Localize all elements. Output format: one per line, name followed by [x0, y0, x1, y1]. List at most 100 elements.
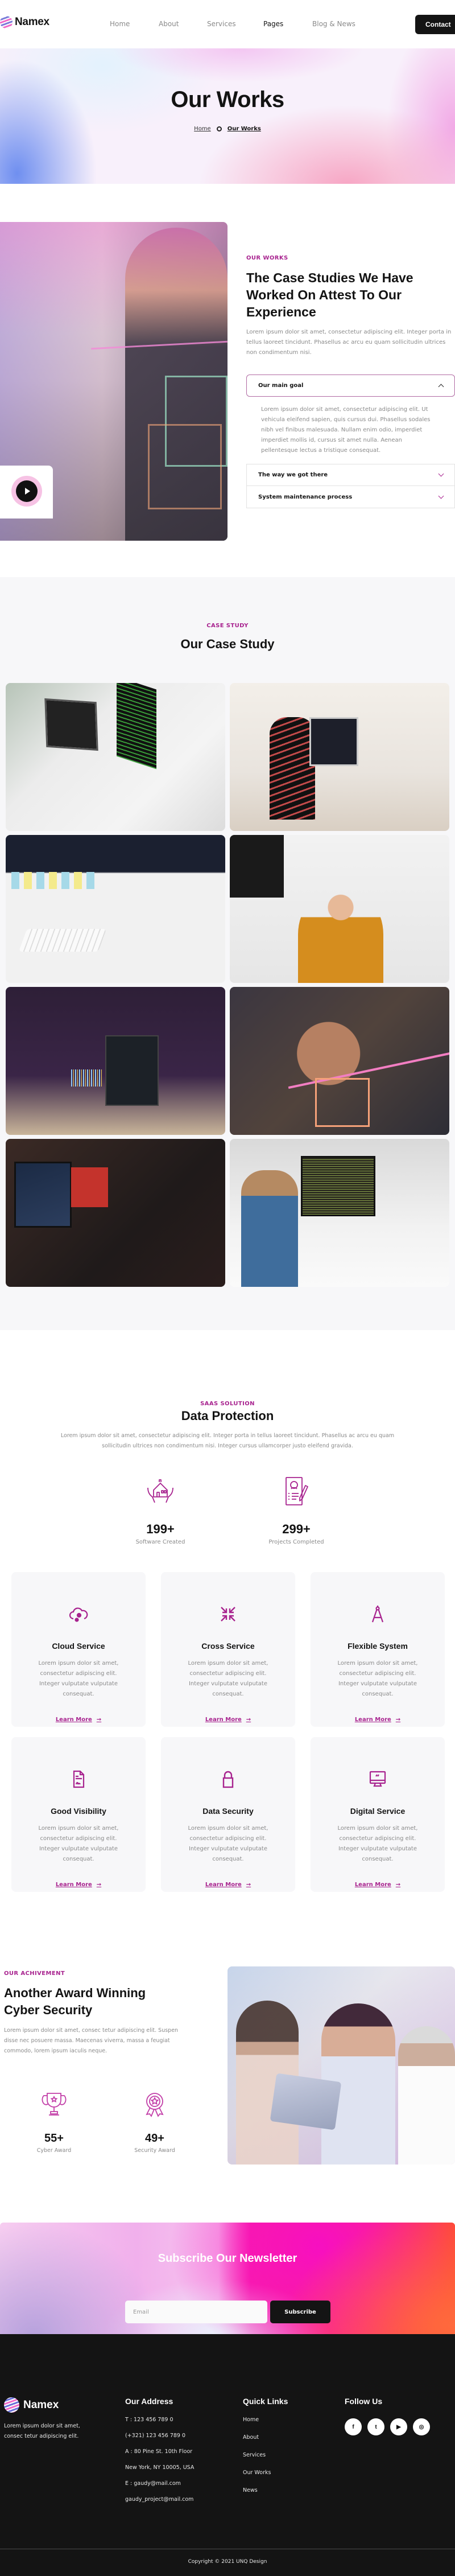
service-description: Lorem ipsum dolor sit amet, consectetur …: [38, 1825, 119, 1862]
achievement-team-image: [228, 1966, 455, 2165]
works-accordion: Our main goal Lorem ipsum dolor sit amet…: [246, 375, 455, 508]
quick-links-list: Home About Services Our Works News: [243, 2415, 288, 2504]
case-study-image[interactable]: [6, 835, 225, 983]
service-title: Flexible System: [348, 1641, 408, 1651]
data-protection-description: Lorem ipsum dolor sit amet, consectetur …: [60, 1433, 395, 1449]
stat-label: Software Created: [135, 1539, 185, 1545]
compass-icon: [371, 1606, 384, 1623]
email-input[interactable]: [125, 2301, 267, 2323]
arrow-right-icon: →: [246, 1717, 251, 1723]
case-study-image[interactable]: [6, 1139, 225, 1287]
play-button-container: [0, 466, 53, 519]
page-hero: Our Works Home Our Works: [0, 48, 455, 184]
logo[interactable]: Namex: [0, 16, 49, 28]
case-study-gallery: [6, 683, 449, 1287]
address-email[interactable]: gaudy_project@mail.com: [125, 2495, 194, 2511]
footer-address: Our Address T : 123 456 789 0 (+321) 123…: [125, 2397, 194, 2511]
stat-security-award: 49+ Security Award: [121, 2090, 189, 2154]
footer-quick-links: Quick Links Home About Services Our Work…: [243, 2397, 288, 2504]
case-study-image[interactable]: [6, 987, 225, 1135]
footer-link-services[interactable]: Services: [243, 2451, 288, 2468]
stat-projects-completed: 299+ Projects Completed: [254, 1475, 339, 1545]
accordion-title: Our main goal: [258, 382, 304, 389]
chevron-down-icon: [438, 471, 444, 477]
address-line: (+321) 123 456 789 0: [125, 2433, 186, 2439]
stat-software-created: 199+ Software Created: [118, 1475, 203, 1545]
logo-text: Namex: [15, 16, 49, 28]
accordion-item-main-goal[interactable]: Our main goal: [246, 375, 455, 397]
newsletter-form: Subscribe: [125, 2301, 330, 2323]
collapse-arrows-icon: [221, 1607, 235, 1622]
twitter-icon[interactable]: t: [367, 2418, 384, 2435]
learn-more-link[interactable]: Learn More →: [205, 1717, 251, 1723]
logo-mark-icon: [4, 2397, 19, 2413]
signed-document-icon: [73, 1770, 85, 1788]
lock-icon: [222, 1771, 234, 1788]
works-intro: OUR WORKS The Case Studies We Have Worke…: [246, 255, 455, 358]
case-study-eyebrow: CASE STUDY: [206, 623, 249, 629]
page-title: Our Works: [171, 87, 284, 112]
service-card-digital: Digital Service Lorem ipsum dolor sit am…: [311, 1737, 445, 1892]
play-icon: [25, 488, 30, 495]
case-study-image[interactable]: [230, 987, 449, 1135]
accordion-item-system-maintenance[interactable]: System maintenance process: [246, 486, 455, 508]
nav-about[interactable]: About: [159, 20, 179, 28]
service-card-flexible: Flexible System Lorem ipsum dolor sit am…: [311, 1572, 445, 1727]
breadcrumb-home-link[interactable]: Home: [194, 126, 211, 132]
learn-more-link[interactable]: Learn More →: [56, 1717, 101, 1723]
learn-more-label: Learn More: [55, 1882, 92, 1888]
accordion-title: System maintenance process: [258, 493, 353, 500]
case-study-image[interactable]: [230, 683, 449, 831]
footer-link-news[interactable]: News: [243, 2486, 288, 2504]
data-protection-title: Data Protection: [181, 1409, 274, 1423]
play-circle: [16, 480, 38, 502]
subscribe-button[interactable]: Subscribe: [270, 2301, 330, 2323]
footer-heading: Our Address: [125, 2397, 173, 2406]
footer-heading: Quick Links: [243, 2397, 288, 2406]
facebook-icon[interactable]: f: [345, 2418, 362, 2435]
footer-logo-text: Namex: [23, 2398, 59, 2411]
learn-more-link[interactable]: Learn More →: [355, 1882, 400, 1888]
case-study-image[interactable]: [6, 683, 225, 831]
case-study-image[interactable]: [230, 835, 449, 983]
address-email[interactable]: E : gaudy@mail.com: [125, 2479, 194, 2495]
service-title: Cross Service: [201, 1641, 255, 1651]
service-title: Data Security: [202, 1807, 254, 1816]
instagram-icon[interactable]: ◎: [413, 2418, 430, 2435]
arrow-right-icon: →: [96, 1882, 102, 1888]
nav-services[interactable]: Services: [207, 20, 236, 28]
footer-about: Lorem ipsum dolor sit amet, consec tetur…: [4, 2423, 80, 2439]
accordion-body: Lorem ipsum dolor sit amet, consectetur …: [261, 406, 431, 454]
stat-cyber-award: 55+ Cyber Award: [20, 2090, 88, 2154]
newsletter-section: Subscribe Our Newsletter Subscribe: [0, 2223, 455, 2334]
image-laptop: [270, 2073, 342, 2130]
learn-more-link[interactable]: Learn More →: [56, 1882, 101, 1888]
play-video-button[interactable]: [11, 476, 42, 507]
service-title: Cloud Service: [52, 1641, 105, 1651]
contact-button[interactable]: Contact: [415, 15, 455, 34]
footer-link-about[interactable]: About: [243, 2433, 288, 2451]
nav-home[interactable]: Home: [110, 20, 130, 28]
service-card-cross: Cross Service Lorem ipsum dolor sit amet…: [161, 1572, 295, 1727]
learn-more-link[interactable]: Learn More →: [205, 1882, 251, 1888]
accordion-item-way-we-got-there[interactable]: The way we got there: [246, 464, 455, 486]
stat-label: Cyber Award: [36, 2147, 72, 2154]
works-feature-image: [0, 222, 228, 541]
footer-link-our-works[interactable]: Our Works: [243, 2468, 288, 2486]
footer-logo[interactable]: Namex: [4, 2397, 59, 2413]
learn-more-link[interactable]: Learn More →: [355, 1717, 400, 1723]
youtube-icon[interactable]: ▶: [390, 2418, 407, 2435]
breadcrumb-current: Our Works: [227, 126, 261, 132]
address-line: A : 80 Pine St. 10th Floor: [125, 2449, 193, 2455]
nav-blog-news[interactable]: Blog & News: [312, 20, 355, 28]
medal-icon: [146, 2093, 164, 2117]
address-line: T : 123 456 789 0: [125, 2417, 173, 2423]
nav-pages[interactable]: Pages: [263, 20, 283, 28]
achievement-eyebrow: OUR ACHIVEMENT: [4, 1970, 65, 1977]
case-study-image[interactable]: [230, 1139, 449, 1287]
works-eyebrow: OUR WORKS: [246, 255, 288, 261]
footer-link-home[interactable]: Home: [243, 2415, 288, 2433]
service-description: Lorem ipsum dolor sit amet, consectetur …: [337, 1660, 418, 1697]
case-study-section: CASE STUDY Our Case Study: [0, 577, 455, 1330]
stat-value: 199+: [146, 1522, 175, 1536]
